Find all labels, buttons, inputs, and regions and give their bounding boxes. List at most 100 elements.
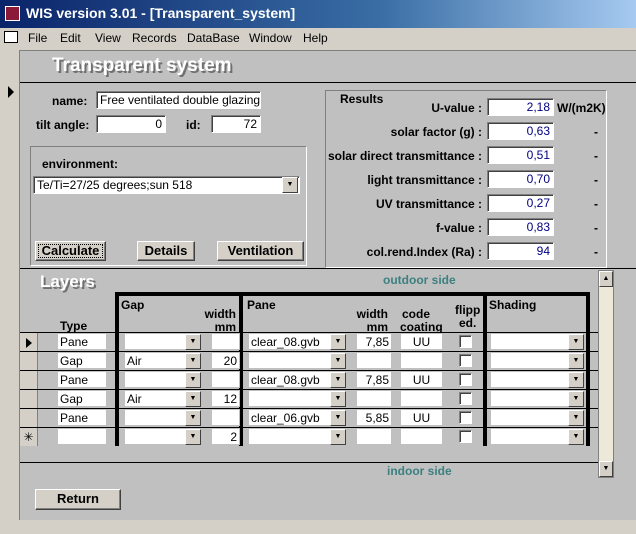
- shading-combo[interactable]: [490, 352, 569, 369]
- gas-dropdown-button[interactable]: ▼: [185, 334, 201, 350]
- code-coating-cell[interactable]: UU: [400, 409, 443, 426]
- result-value: 0,63: [487, 122, 554, 140]
- form-icon[interactable]: [4, 31, 18, 43]
- result-label: f-value :: [435, 221, 482, 235]
- menu-view[interactable]: View: [95, 31, 121, 45]
- current-record-icon[interactable]: [8, 86, 14, 98]
- type-cell[interactable]: [57, 428, 107, 445]
- shading-combo[interactable]: [490, 428, 569, 445]
- shading-dropdown-button[interactable]: ▼: [568, 391, 584, 407]
- flipped-checkbox[interactable]: [459, 373, 472, 386]
- code-coating-cell[interactable]: UU: [400, 371, 443, 388]
- pane-width-cell[interactable]: 5,85: [356, 409, 392, 426]
- type-cell[interactable]: Pane: [57, 409, 107, 426]
- menu-help[interactable]: Help: [303, 31, 328, 45]
- gas-dropdown-button[interactable]: ▼: [185, 429, 201, 445]
- code-coating-cell[interactable]: UU: [400, 333, 443, 350]
- menu-window[interactable]: Window: [249, 31, 292, 45]
- pane-dropdown-button[interactable]: ▼: [330, 372, 346, 388]
- tilt-angle-label: tilt angle:: [36, 118, 90, 132]
- type-cell[interactable]: Gap: [57, 352, 107, 369]
- pane-width-cell[interactable]: [356, 390, 392, 407]
- gap-width-cell[interactable]: 12: [211, 390, 240, 407]
- pane-width-cell[interactable]: [356, 428, 392, 445]
- row-selector[interactable]: [20, 371, 38, 389]
- calculate-button[interactable]: Calculate: [35, 241, 106, 261]
- menu-edit[interactable]: Edit: [60, 31, 81, 45]
- shading-dropdown-button[interactable]: ▼: [568, 372, 584, 388]
- result-unit: -: [594, 149, 598, 163]
- menu-database[interactable]: DataBase: [187, 31, 240, 45]
- shading-combo[interactable]: [490, 390, 569, 407]
- code-coating-cell[interactable]: [400, 352, 443, 369]
- gas-combo[interactable]: [124, 371, 186, 388]
- type-cell[interactable]: Pane: [57, 333, 107, 350]
- flipped-checkbox[interactable]: [459, 354, 472, 367]
- ventilation-button[interactable]: Ventilation: [217, 241, 304, 261]
- tilt-angle-input[interactable]: 0: [96, 115, 166, 133]
- pane-dropdown-button[interactable]: ▼: [330, 429, 346, 445]
- row-selector[interactable]: [20, 333, 38, 351]
- environment-select[interactable]: Te/Ti=27/25 degrees;sun 518: [33, 176, 300, 194]
- flipped-checkbox[interactable]: [459, 411, 472, 424]
- shading-dropdown-button[interactable]: ▼: [568, 429, 584, 445]
- gas-dropdown-button[interactable]: ▼: [185, 372, 201, 388]
- id-input[interactable]: 72: [211, 115, 261, 133]
- gas-combo[interactable]: [124, 428, 186, 445]
- pane-dropdown-button[interactable]: ▼: [330, 391, 346, 407]
- shading-dropdown-button[interactable]: ▼: [568, 410, 584, 426]
- pane-combo[interactable]: [248, 352, 331, 369]
- code-coating-cell[interactable]: [400, 390, 443, 407]
- shading-dropdown-button[interactable]: ▼: [568, 334, 584, 350]
- pane-combo[interactable]: clear_06.gvb: [248, 409, 331, 426]
- environment-dropdown-button[interactable]: ▼: [282, 177, 298, 193]
- code-coating-cell[interactable]: [400, 428, 443, 445]
- scroll-up-button[interactable]: ▲: [599, 271, 613, 287]
- pane-width-cell[interactable]: 7,85: [356, 371, 392, 388]
- row-selector[interactable]: [20, 352, 38, 370]
- gap-width-cell[interactable]: [211, 409, 240, 426]
- shading-dropdown-button[interactable]: ▼: [568, 353, 584, 369]
- shading-combo[interactable]: [490, 409, 569, 426]
- gas-combo[interactable]: [124, 409, 186, 426]
- pane-dropdown-button[interactable]: ▼: [330, 353, 346, 369]
- details-button[interactable]: Details: [137, 241, 195, 261]
- result-label: light transmittance :: [367, 173, 482, 187]
- pane-dropdown-button[interactable]: ▼: [330, 410, 346, 426]
- return-button[interactable]: Return: [35, 489, 121, 510]
- layers-scrollbar[interactable]: ▲ ▼: [598, 270, 614, 478]
- gas-dropdown-button[interactable]: ▼: [185, 410, 201, 426]
- shading-combo[interactable]: [490, 371, 569, 388]
- gap-width-cell[interactable]: 2: [211, 428, 240, 445]
- flipped-checkbox[interactable]: [459, 335, 472, 348]
- pane-combo[interactable]: [248, 428, 331, 445]
- result-label: UV transmittance :: [375, 197, 482, 211]
- name-input[interactable]: Free ventilated double glazing: [96, 91, 261, 109]
- type-cell[interactable]: Pane: [57, 371, 107, 388]
- row-selector[interactable]: [20, 409, 38, 427]
- scroll-down-button[interactable]: ▼: [599, 461, 613, 477]
- gas-dropdown-button[interactable]: ▼: [185, 353, 201, 369]
- type-cell[interactable]: Gap: [57, 390, 107, 407]
- shading-combo[interactable]: [490, 333, 569, 350]
- pane-combo[interactable]: clear_08.gvb: [248, 333, 331, 350]
- gas-dropdown-button[interactable]: ▼: [185, 391, 201, 407]
- pane-combo[interactable]: clear_08.gvb: [248, 371, 331, 388]
- row-selector[interactable]: [20, 390, 38, 408]
- row-selector[interactable]: ✳: [20, 428, 38, 446]
- pane-width-cell[interactable]: [356, 352, 392, 369]
- menu-file[interactable]: File: [28, 31, 47, 45]
- pane-width-cell[interactable]: 7,85: [356, 333, 392, 350]
- form-title: Transparent system: [52, 55, 232, 76]
- pane-dropdown-button[interactable]: ▼: [330, 334, 346, 350]
- flipped-checkbox[interactable]: [459, 392, 472, 405]
- gap-width-cell[interactable]: [211, 333, 240, 350]
- flipped-checkbox[interactable]: [459, 430, 472, 443]
- gas-combo[interactable]: Air: [124, 352, 186, 369]
- gap-width-cell[interactable]: 20: [211, 352, 240, 369]
- gas-combo[interactable]: Air: [124, 390, 186, 407]
- menu-records[interactable]: Records: [132, 31, 177, 45]
- gas-combo[interactable]: [124, 333, 186, 350]
- gap-width-cell[interactable]: [211, 371, 240, 388]
- pane-combo[interactable]: [248, 390, 331, 407]
